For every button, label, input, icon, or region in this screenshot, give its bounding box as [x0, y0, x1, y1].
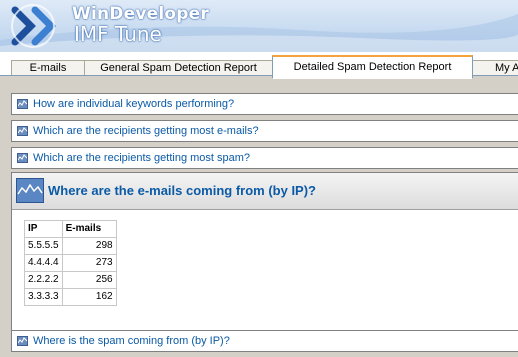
- emails-cell: 273: [61, 254, 117, 272]
- product-name: IMF Tune: [74, 22, 162, 46]
- table-header-row: IP E-mails: [24, 220, 117, 238]
- emails-cell: 162: [61, 288, 117, 306]
- report-content: How are individual keywords performing? …: [0, 76, 518, 357]
- ip-cell: 4.4.4.4: [24, 254, 63, 272]
- panel-keywords-label: How are individual keywords performing?: [33, 98, 235, 110]
- panel-recipients-spam[interactable]: Which are the recipients getting most sp…: [11, 147, 518, 169]
- report-graph-icon: [16, 178, 44, 203]
- panel-spam-by-ip[interactable]: Where is the spam coming from (by IP)?: [11, 330, 518, 352]
- emails-cell: 298: [61, 237, 117, 255]
- app-header: WinDeveloper IMF Tune: [0, 0, 518, 52]
- panel-emails-by-ip: Where are the e-mails coming from (by IP…: [11, 172, 518, 332]
- panel-recipients-spam-label: Which are the recipients getting most sp…: [33, 152, 251, 164]
- ip-emails-table: IP E-mails 5.5.5.5 298 4.4.4.4 273 2.2.2…: [24, 220, 117, 306]
- ip-cell: 5.5.5.5: [24, 237, 63, 255]
- table-row: 3.3.3.3 162: [24, 288, 117, 306]
- ip-cell: 3.3.3.3: [24, 288, 63, 306]
- panel-recipients-emails-label: Which are the recipients getting most e-…: [33, 125, 259, 137]
- report-graph-icon: [17, 99, 28, 109]
- column-header-ip: IP: [24, 220, 63, 238]
- panel-keywords[interactable]: How are individual keywords performing?: [11, 93, 518, 115]
- tab-emails[interactable]: E-mails: [11, 60, 85, 76]
- tab-detailed-spam-detection-report[interactable]: Detailed Spam Detection Report: [272, 55, 473, 79]
- column-header-emails: E-mails: [61, 220, 117, 238]
- report-graph-icon: [17, 126, 28, 136]
- emails-cell: 256: [61, 271, 117, 289]
- ip-cell: 2.2.2.2: [24, 271, 63, 289]
- panel-recipients-emails[interactable]: Which are the recipients getting most e-…: [11, 120, 518, 142]
- tab-general-spam-detection-report[interactable]: General Spam Detection Report: [84, 60, 273, 76]
- table-row: 2.2.2.2 256: [24, 271, 117, 289]
- windeveloper-logo-icon: [11, 4, 56, 48]
- tab-my-a[interactable]: My A: [472, 60, 518, 75]
- brand-name: WinDeveloper: [72, 4, 209, 24]
- table-row: 4.4.4.4 273: [24, 254, 117, 272]
- table-row: 5.5.5.5 298: [24, 237, 117, 255]
- report-graph-icon: [17, 336, 28, 346]
- panel-emails-by-ip-header[interactable]: Where are the e-mails coming from (by IP…: [12, 173, 518, 210]
- report-graph-icon: [17, 153, 28, 163]
- panel-spam-by-ip-label: Where is the spam coming from (by IP)?: [33, 335, 230, 347]
- panel-emails-by-ip-title: Where are the e-mails coming from (by IP…: [48, 183, 316, 198]
